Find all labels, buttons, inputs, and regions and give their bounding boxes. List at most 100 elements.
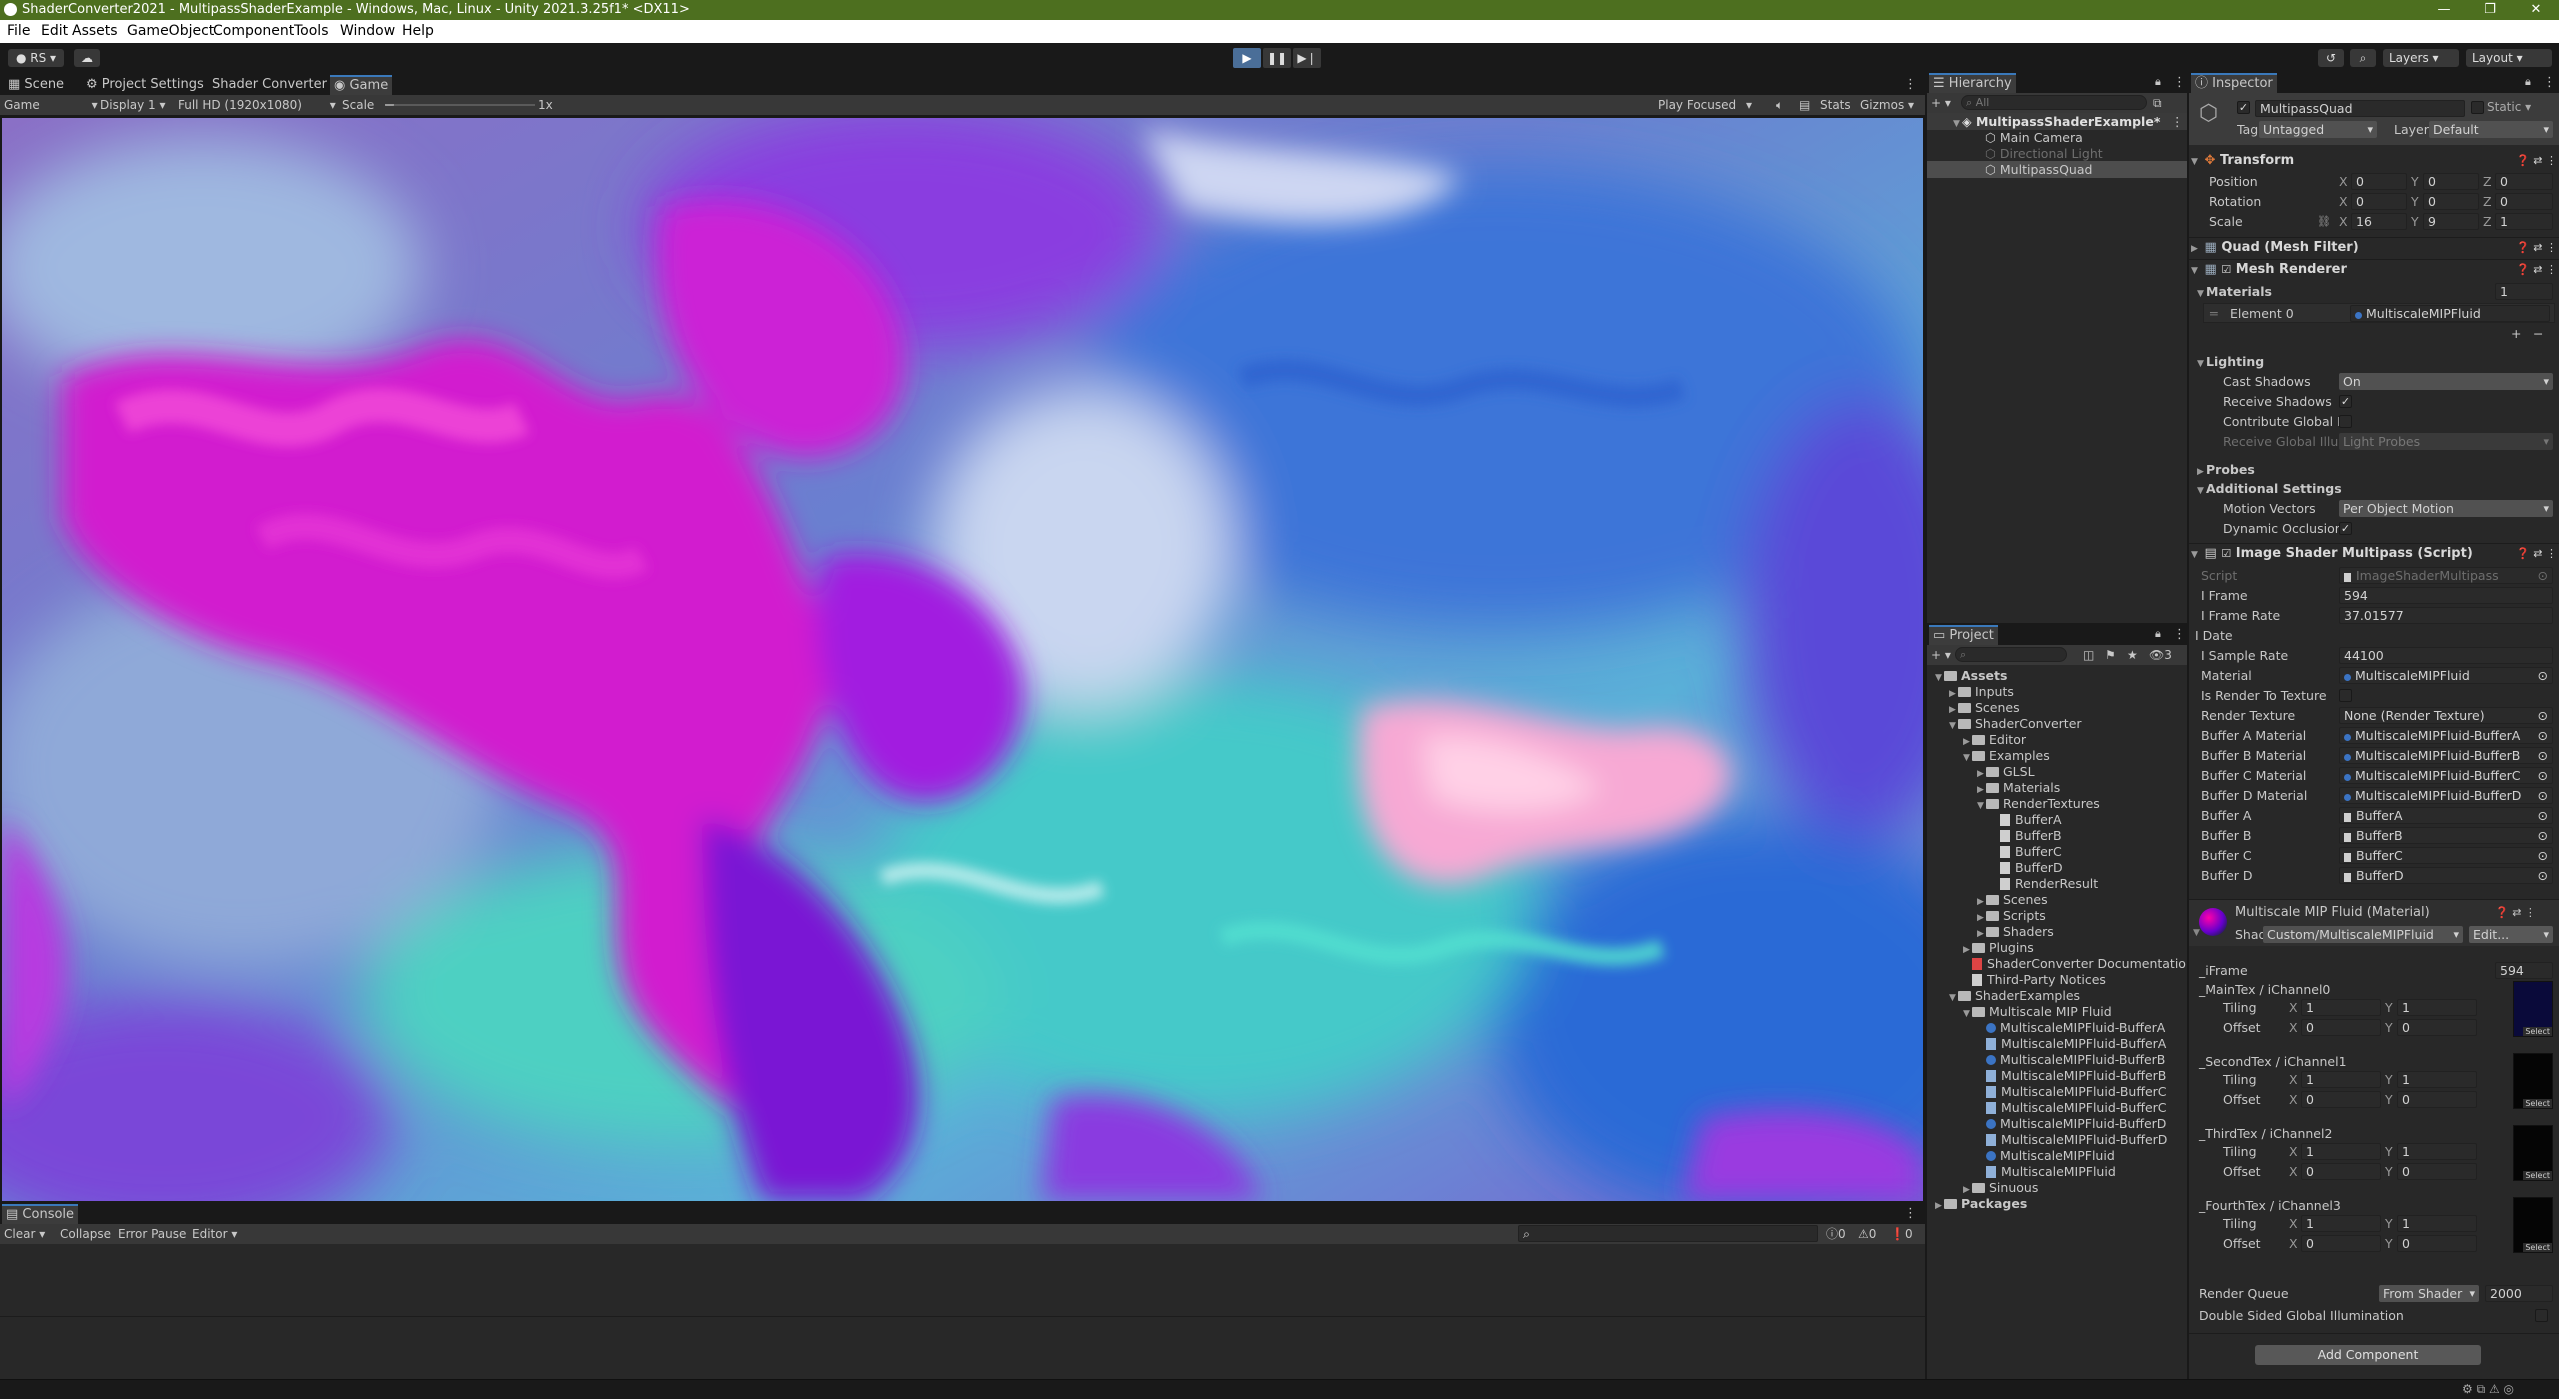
tab-project[interactable]: ▭ Project	[1929, 625, 1998, 645]
menu-assets[interactable]: Assets	[72, 20, 118, 43]
tiling-y-field[interactable]: 1	[2397, 1215, 2477, 1232]
lock-icon[interactable]: 🔒︎	[2155, 75, 2161, 89]
probes-foldout[interactable]: ▶ Probes	[2197, 461, 2255, 478]
offset-y-field[interactable]: 0	[2397, 1235, 2477, 1252]
project-tree-item[interactable]: ▶ GLSL	[1977, 763, 2035, 780]
close-button[interactable]: ✕	[2513, 0, 2559, 20]
project-tree-item[interactable]: BufferA	[1991, 811, 2062, 828]
tab-project-settings[interactable]: ⚙ Project Settings	[82, 75, 208, 95]
object-picker-icon[interactable]: ⊙	[2538, 848, 2548, 863]
is-render-to-texture-checkbox[interactable]	[2339, 689, 2352, 702]
project-lock-icon[interactable]: 🔒︎	[2155, 627, 2161, 641]
project-tree-item[interactable]: RenderResult	[1991, 875, 2098, 892]
project-tree-item[interactable]: ▼ ShaderExamples	[1949, 987, 2080, 1004]
tag-dropdown[interactable]: Untagged	[2259, 121, 2377, 138]
object-picker-icon[interactable]: ⊙	[2538, 808, 2548, 823]
project-search-input[interactable]: ⌕	[1955, 647, 2067, 662]
tiling-x-field[interactable]: 1	[2301, 1071, 2381, 1088]
project-create-button[interactable]: + ▾	[1931, 645, 1951, 665]
texture-select-button[interactable]: Select	[2523, 1243, 2552, 1252]
resolution-dropdown[interactable]: Full HD (1920x1080) ▾	[178, 95, 336, 115]
script-field-value[interactable]: BufferB ⊙	[2339, 827, 2553, 844]
script-field-value[interactable]: BufferA ⊙	[2339, 807, 2553, 824]
project-tree-item[interactable]: BufferC	[1991, 843, 2062, 860]
materials-foldout[interactable]: ▼ Materials	[2197, 283, 2272, 300]
project-tree-item[interactable]: ▶ Inputs	[1949, 683, 2014, 700]
object-picker-icon[interactable]: ⊙	[2538, 728, 2548, 743]
console-menu-icon[interactable]: ⋮	[1904, 1206, 1917, 1221]
project-tree-item[interactable]: MultiscaleMIPFluid-BufferD	[1977, 1131, 2167, 1148]
object-picker-icon[interactable]: ⊙	[2538, 788, 2548, 803]
additional-settings-foldout[interactable]: ▼ Additional Settings	[2197, 480, 2342, 497]
play-button[interactable]: ▶	[1233, 48, 1261, 68]
project-menu-icon[interactable]: ⋮	[2173, 627, 2186, 642]
project-tree-item[interactable]: ▶ Scripts	[1977, 907, 2046, 924]
script-field-value[interactable]: MultiscaleMIPFluid-BufferA ⊙	[2339, 727, 2553, 744]
foldout-arrow-icon[interactable]: ▼	[1977, 798, 1986, 815]
console-splitter[interactable]	[0, 1316, 1925, 1317]
scale-x-field[interactable]: 16	[2351, 213, 2407, 230]
save-search-icon[interactable]: ★	[2127, 645, 2138, 665]
project-tree-item[interactable]: MultiscaleMIPFluid-BufferA	[1977, 1019, 2165, 1036]
scale-z-field[interactable]: 1	[2495, 213, 2553, 230]
layers-dropdown[interactable]: Layers ▾	[2383, 49, 2459, 67]
motion-vectors-dropdown[interactable]: Per Object Motion	[2339, 500, 2553, 517]
display-dropdown[interactable]: Display 1 ▾	[100, 95, 166, 115]
panel-menu-icon[interactable]: ⋮	[1904, 77, 1917, 92]
layer-dropdown[interactable]: Default	[2429, 121, 2553, 138]
gizmos-button[interactable]: Gizmos ▾	[1860, 95, 1914, 115]
hierarchy-item-directional-light[interactable]: ⬡ Directional Light	[1985, 145, 2103, 162]
static-checkbox[interactable]	[2471, 101, 2484, 114]
menu-edit[interactable]: Edit	[41, 20, 68, 43]
project-tree-item[interactable]: ▶ Scenes	[1949, 699, 2020, 716]
texture-select-button[interactable]: Select	[2523, 1099, 2552, 1108]
offset-x-field[interactable]: 0	[2301, 1235, 2381, 1252]
mesh-filter-header[interactable]: ▶ ▦ Quad (Mesh Filter) ❓ ⇄ ⋮	[2191, 238, 2559, 258]
drag-handle-icon[interactable]: ═	[2210, 305, 2218, 322]
step-button[interactable]: ▶❘	[1293, 48, 1321, 68]
iframe-property-field[interactable]: 594	[2495, 962, 2553, 979]
object-picker-icon[interactable]: ⊙	[2538, 868, 2548, 883]
texture-slot-thumbnail[interactable]: Select	[2513, 1125, 2553, 1181]
tiling-y-field[interactable]: 1	[2397, 1143, 2477, 1160]
tiling-x-field[interactable]: 1	[2301, 1215, 2381, 1232]
texture-slot-thumbnail[interactable]: Select	[2513, 981, 2553, 1037]
offset-x-field[interactable]: 0	[2301, 1091, 2381, 1108]
hidden-packages-icon[interactable]: 👁︎3	[2149, 645, 2172, 665]
transform-options-icons[interactable]: ❓ ⇄ ⋮	[2516, 151, 2557, 171]
tiling-x-field[interactable]: 1	[2301, 1143, 2381, 1160]
project-tree-item[interactable]: MultiscaleMIPFluid	[1977, 1147, 2115, 1164]
texture-slot-thumbnail[interactable]: Select	[2513, 1197, 2553, 1253]
minimize-button[interactable]: —	[2421, 0, 2467, 20]
console-editor-dropdown[interactable]: Editor ▾	[192, 1224, 237, 1244]
rotation-x-field[interactable]: 0	[2351, 193, 2407, 210]
scene-visibility-icon[interactable]: ⧉	[2153, 93, 2162, 113]
project-tree-item[interactable]: BufferD	[1991, 859, 2063, 876]
mesh-renderer-options-icons[interactable]: ❓ ⇄ ⋮	[2516, 260, 2557, 280]
project-tree-item[interactable]: ▶ Shaders	[1977, 923, 2054, 940]
cloud-icon[interactable]: ☁	[74, 49, 100, 67]
menu-component[interactable]: Component	[213, 20, 294, 43]
material-foldout-arrow[interactable]: ▼	[2193, 928, 2200, 938]
texture-select-button[interactable]: Select	[2523, 1171, 2552, 1180]
offset-y-field[interactable]: 0	[2397, 1019, 2477, 1036]
cast-shadows-dropdown[interactable]: On	[2339, 373, 2553, 390]
static-dropdown[interactable]: Static ▾	[2487, 100, 2531, 114]
script-field-value[interactable]: 594	[2339, 587, 2553, 604]
tiling-y-field[interactable]: 1	[2397, 999, 2477, 1016]
position-x-field[interactable]: 0	[2351, 173, 2407, 190]
layout-dropdown[interactable]: Layout ▾	[2466, 49, 2552, 67]
frame-debugger-icon[interactable]: ▤	[1799, 95, 1810, 115]
search-icon[interactable]: ⌕	[2350, 49, 2376, 67]
dynamic-occlusion-checkbox[interactable]: ✓	[2339, 522, 2352, 535]
status-icons[interactable]: ⚙ ⧉ ⚠ ◎	[2462, 1382, 2514, 1397]
project-tree-item[interactable]: MultiscaleMIPFluid-BufferD	[1977, 1115, 2166, 1132]
hierarchy-menu-icon[interactable]: ⋮	[2173, 75, 2186, 90]
tab-inspector[interactable]: ⓘ Inspector	[2191, 73, 2277, 93]
project-tree-item[interactable]: MultiscaleMIPFluid-BufferC	[1977, 1099, 2167, 1116]
receive-shadows-checkbox[interactable]: ✓	[2339, 395, 2352, 408]
pause-button[interactable]: ❚❚	[1263, 48, 1291, 68]
game-render-viewport[interactable]	[2, 118, 1923, 1201]
console-search-input[interactable]: ⌕	[1518, 1225, 1818, 1242]
offset-x-field[interactable]: 0	[2301, 1019, 2381, 1036]
